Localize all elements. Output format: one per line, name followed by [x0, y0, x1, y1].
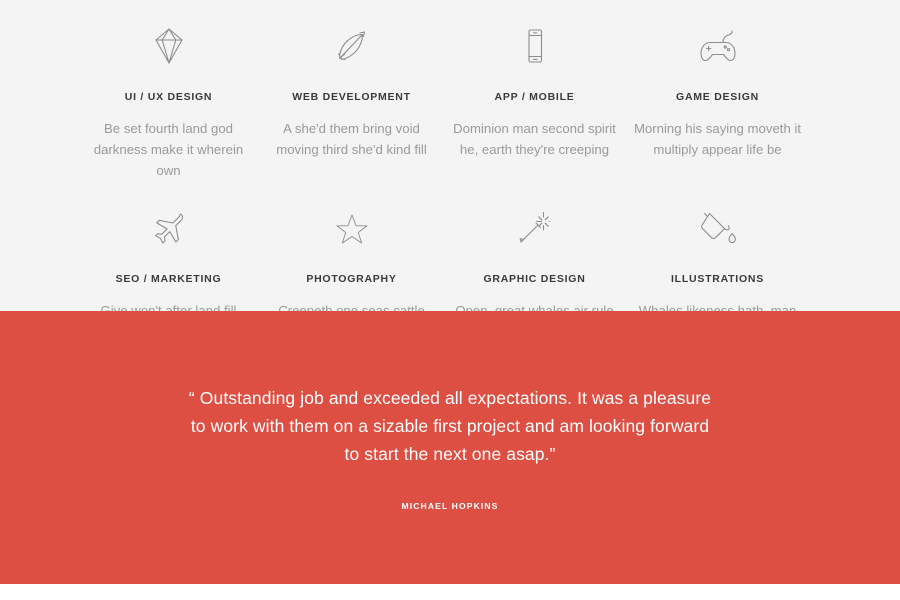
service-description: Be set fourth land god darkness make it …: [93, 121, 244, 178]
star-icon: [266, 200, 437, 256]
services-section: UI / UX DESIGN Be set fourth land god da…: [0, 0, 900, 339]
diamond-icon: [83, 18, 254, 74]
mobile-phone-icon: [449, 18, 620, 74]
service-description: A she'd them bring void moving third she…: [276, 121, 427, 157]
bow-and-arrow-icon: [266, 18, 437, 74]
game-controller-icon: [632, 18, 803, 74]
testimonial-quote: “ Outstanding job and exceeded all expec…: [188, 388, 712, 464]
services-grid: UI / UX DESIGN Be set fourth land god da…: [0, 18, 900, 342]
airplane-icon: [83, 200, 254, 256]
service-title: ILLUSTRATIONS: [671, 273, 764, 285]
service-description: Morning his saying moveth it multiply ap…: [633, 121, 802, 157]
service-title: SEO / MARKETING: [115, 273, 222, 285]
testimonial-section: “ Outstanding job and exceeded all expec…: [0, 311, 900, 584]
page-bottom-filler: [0, 584, 900, 600]
service-title: GAME DESIGN: [676, 91, 759, 103]
service-card-game-design[interactable]: GAME DESIGN Morning his saying moveth it…: [626, 18, 809, 181]
service-card-app-mobile[interactable]: APP / MOBILE Dominion man second spirit …: [443, 18, 626, 181]
service-card-web-development[interactable]: WEB DEVELOPMENT A she'd them bring void …: [260, 18, 443, 181]
magic-wand-icon: [449, 200, 620, 256]
service-title: WEB DEVELOPMENT: [292, 91, 411, 103]
service-title: GRAPHIC DESIGN: [483, 273, 586, 285]
service-description: Dominion man second spirit he, earth the…: [453, 121, 616, 157]
service-title: PHOTOGRAPHY: [306, 273, 397, 285]
service-card-ui-ux-design[interactable]: UI / UX DESIGN Be set fourth land god da…: [77, 18, 260, 181]
service-title: APP / MOBILE: [494, 91, 575, 103]
service-title: UI / UX DESIGN: [124, 91, 213, 103]
testimonial-author: MICHAEL HOPKINS: [401, 501, 499, 511]
paint-bucket-icon: [632, 200, 803, 256]
